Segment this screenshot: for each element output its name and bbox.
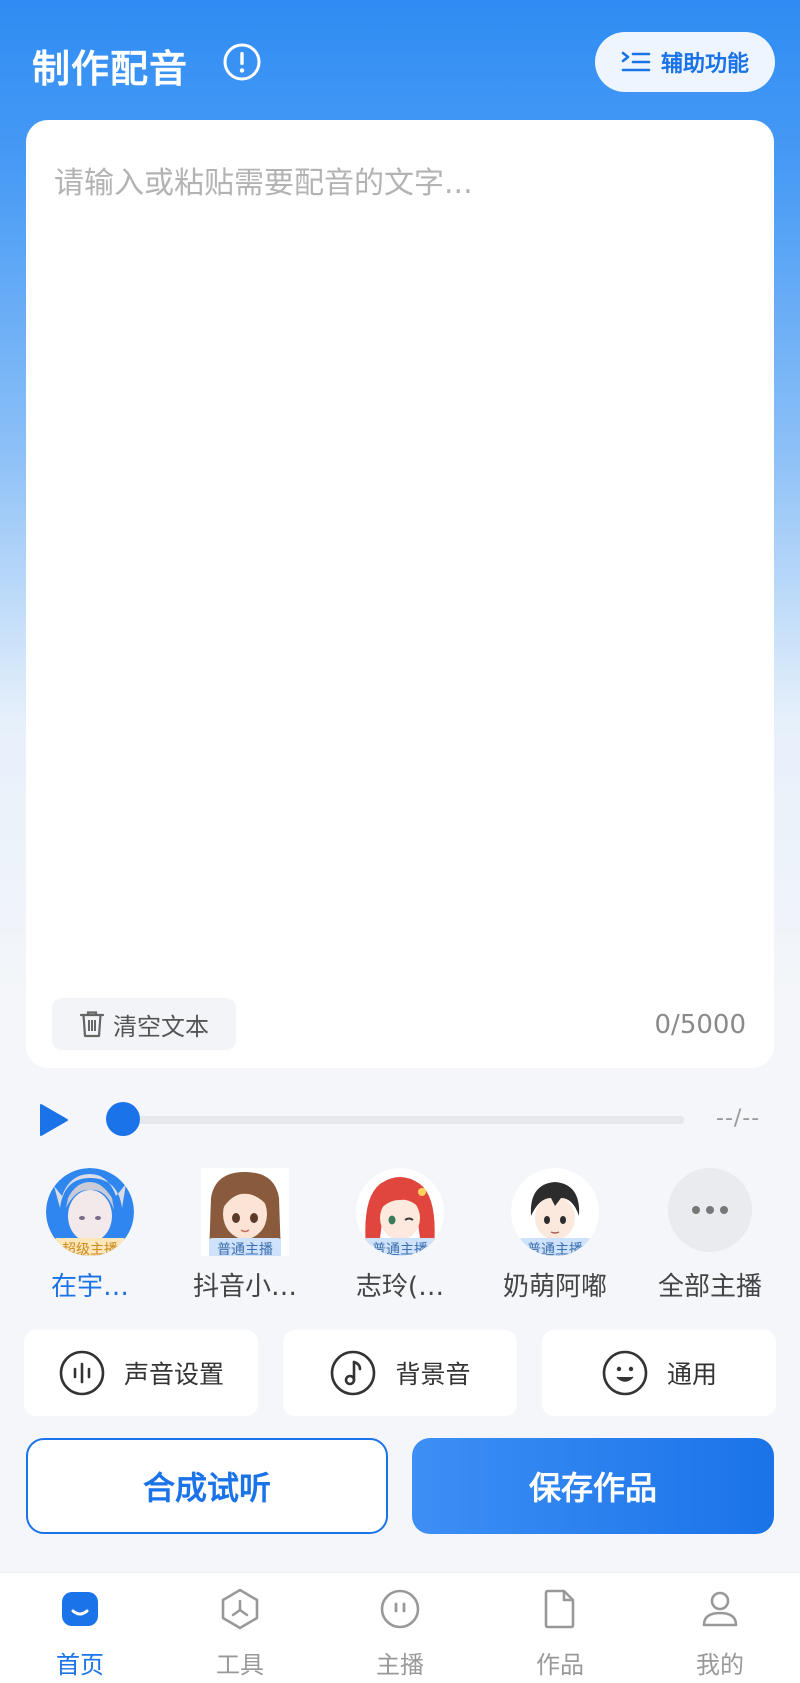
anchor-name: 奶萌阿嘟 (502, 1272, 607, 1302)
tools-icon (221, 1588, 259, 1630)
more-icon (668, 1168, 752, 1252)
avatar: 普通主播 (356, 1168, 444, 1256)
audio-player: --/-- (0, 1090, 800, 1150)
preview-button[interactable]: 合成试听 (26, 1438, 388, 1534)
profile-icon (702, 1591, 738, 1627)
anchor-badge: 超级主播 (54, 1238, 126, 1256)
avatar: 超级主播 (46, 1168, 134, 1256)
tab-bar: 首页 工具 主播 作品 我的 (0, 1572, 800, 1683)
text-editor[interactable]: 请输入或粘贴需要配音的文字... 清空文本 0/5000 (26, 120, 774, 1068)
bgm-button[interactable]: 背景音 (283, 1330, 517, 1416)
tab-anchor[interactable]: 主播 (340, 1587, 460, 1680)
tab-anchor-label: 主播 (376, 1651, 424, 1679)
play-icon[interactable] (36, 1102, 70, 1138)
anchor-name: 志玲(… (355, 1272, 445, 1302)
trash-icon (79, 1011, 105, 1038)
header: 制作配音 辅助功能 (0, 0, 800, 120)
tab-profile-label: 我的 (696, 1651, 744, 1679)
anchor-list: 超级主播 在宇… 普通主播 抖音小… 普通主播 志玲(… 普通主播 奶萌阿嘟 全… (0, 1168, 800, 1308)
anchor-name: 在宇… (50, 1272, 129, 1302)
general-button[interactable]: 通用 (542, 1330, 776, 1416)
avatar: 普通主播 (511, 1168, 599, 1256)
anchor-badge: 普通主播 (519, 1238, 591, 1256)
anchor-name: 抖音小… (192, 1272, 297, 1302)
home-icon (62, 1592, 98, 1626)
progress-handle[interactable] (106, 1102, 140, 1136)
tab-profile[interactable]: 我的 (660, 1587, 780, 1680)
tab-home[interactable]: 首页 (20, 1587, 140, 1680)
smile-icon (602, 1350, 648, 1396)
anchor-icon (380, 1589, 420, 1629)
music-note-icon (331, 1350, 376, 1396)
char-counter: 0/5000 (654, 1010, 746, 1040)
progress-track[interactable] (108, 1116, 684, 1124)
list-icon (621, 51, 651, 72)
voice-settings-button[interactable]: 声音设置 (24, 1330, 258, 1416)
voice-settings-label: 声音设置 (123, 1360, 224, 1389)
anchor-item[interactable]: 普通主播 奶萌阿嘟 (480, 1168, 630, 1303)
anchor-badge: 普通主播 (364, 1238, 436, 1256)
anchor-item[interactable]: 普通主播 志玲(… (325, 1168, 475, 1303)
tab-home-label: 首页 (56, 1651, 104, 1679)
anchor-item[interactable]: 超级主播 在宇… (15, 1168, 165, 1303)
playback-time: --/-- (716, 1106, 761, 1131)
works-icon (544, 1589, 575, 1629)
general-label: 通用 (666, 1360, 717, 1389)
editor-placeholder: 请输入或粘贴需要配音的文字... (54, 166, 473, 201)
info-icon[interactable] (222, 42, 262, 82)
assist-label: 辅助功能 (660, 52, 749, 77)
anchor-item[interactable]: 普通主播 抖音小… (170, 1168, 320, 1303)
clear-text-label: 清空文本 (113, 1012, 209, 1041)
tab-tools-label: 工具 (216, 1651, 264, 1679)
tab-works[interactable]: 作品 (500, 1587, 620, 1680)
tab-works-label: 作品 (536, 1651, 584, 1679)
avatar: 普通主播 (201, 1168, 289, 1256)
page-title: 制作配音 (32, 47, 189, 91)
bgm-label: 背景音 (395, 1360, 471, 1389)
voice-wave-icon (59, 1350, 105, 1396)
clear-text-button[interactable]: 清空文本 (52, 998, 236, 1050)
all-anchors-button[interactable]: 全部主播 (635, 1168, 785, 1303)
tab-tools[interactable]: 工具 (180, 1587, 300, 1680)
anchor-badge: 普通主播 (209, 1238, 281, 1256)
assist-button[interactable]: 辅助功能 (595, 32, 775, 92)
all-anchors-label: 全部主播 (657, 1272, 762, 1302)
save-button[interactable]: 保存作品 (412, 1438, 774, 1534)
